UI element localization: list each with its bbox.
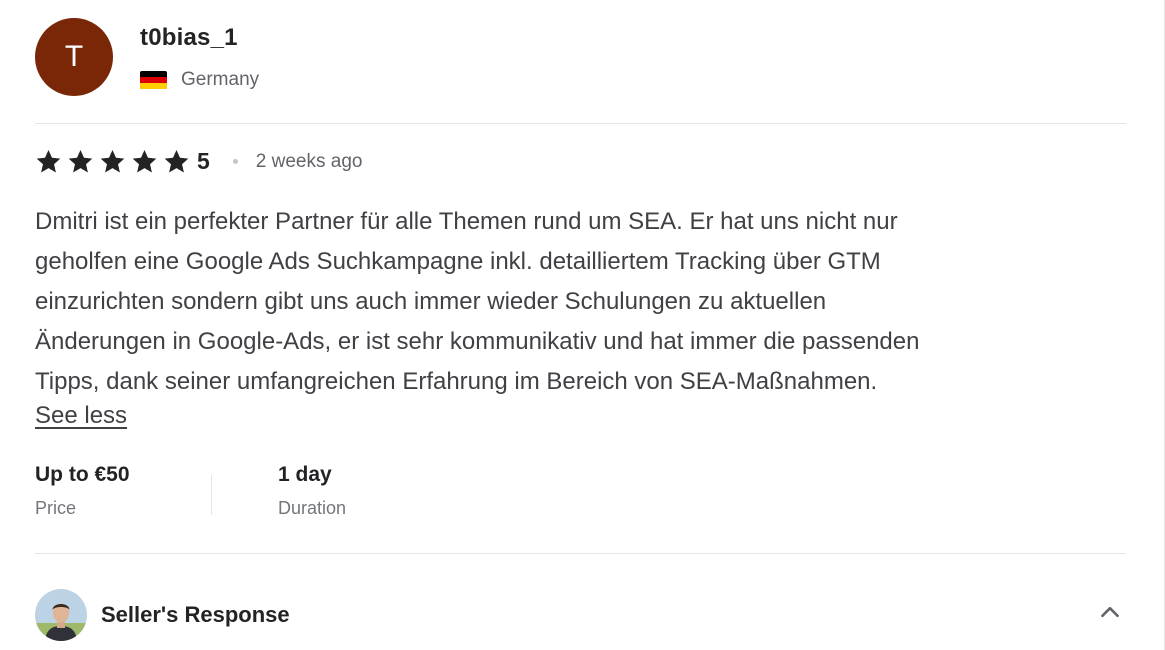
seller-response-label: Seller's Response	[101, 602, 290, 627]
price-value: Up to €50	[35, 463, 130, 486]
star-icon	[131, 148, 158, 175]
seller-response-toggle[interactable]: Seller's Response	[35, 589, 1127, 641]
rating-value: 5	[197, 148, 210, 174]
chevron-up-icon[interactable]	[1097, 599, 1123, 625]
star-icon	[67, 148, 94, 175]
review-text-line: Dmitri ist ein perfekter Partner für all…	[35, 208, 898, 235]
reviewer-country: Germany	[181, 69, 260, 90]
review-text-line: Änderungen in Google-Ads, er ist sehr ko…	[35, 328, 920, 355]
germany-flag-icon	[140, 70, 167, 90]
divider	[35, 553, 1126, 554]
review-text-line: Tipps, dank seiner umfangreichen Erfahru…	[35, 368, 878, 395]
divider	[35, 123, 1126, 124]
duration-value: 1 day	[278, 463, 332, 486]
seller-avatar	[35, 589, 87, 641]
review-text-line: einzurichten sondern gibt uns auch immer…	[35, 288, 827, 315]
reviewer-username[interactable]: t0bias_1	[140, 24, 259, 52]
rating-row: 5 2 weeks ago	[35, 148, 362, 175]
reviewer-header: T t0bias_1 Germany	[35, 18, 259, 96]
star-icon	[163, 148, 190, 175]
order-stats: Up to €50 Price 1 day Duration	[35, 463, 346, 519]
avatar-letter: T	[64, 40, 84, 73]
avatar[interactable]: T	[35, 18, 113, 96]
review-text: Dmitri ist ein perfekter Partner für all…	[35, 202, 1115, 402]
star-icon	[99, 148, 126, 175]
duration-stat: 1 day Duration	[278, 463, 346, 519]
price-label: Price	[35, 498, 77, 518]
separator-dot	[232, 159, 238, 164]
review-time: 2 weeks ago	[255, 150, 363, 172]
reviewer-country-row: Germany	[140, 69, 259, 91]
stat-divider	[211, 475, 212, 515]
duration-label: Duration	[278, 498, 347, 518]
star-rating	[35, 148, 195, 175]
review-text-line: geholfen eine Google Ads Suchkampagne in…	[35, 248, 881, 275]
price-stat: Up to €50 Price	[35, 463, 145, 519]
reviewer-meta: t0bias_1 Germany	[140, 18, 259, 91]
star-icon	[35, 148, 62, 175]
see-less-link[interactable]: See less	[35, 402, 127, 430]
